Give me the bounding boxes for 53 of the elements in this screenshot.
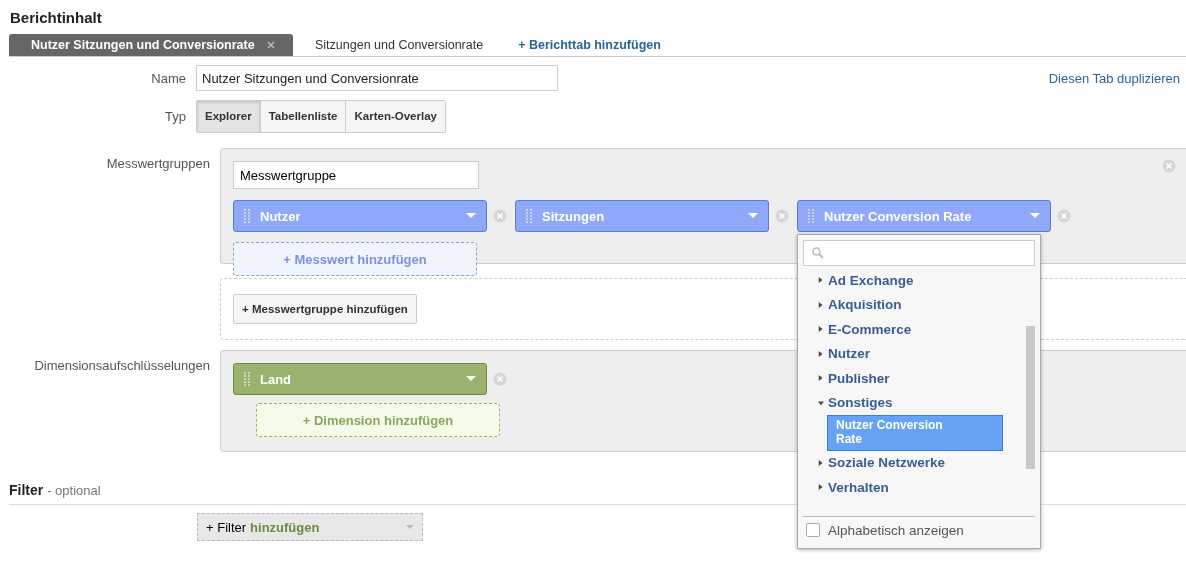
- caret-icon: [466, 376, 476, 382]
- add-filter-button[interactable]: + Filter hinzufügen: [197, 513, 423, 541]
- section-heading: Filter: [9, 482, 44, 498]
- tree-item[interactable]: Ad Exchange: [818, 268, 914, 293]
- caret-icon: [406, 524, 414, 530]
- tree-item[interactable]: Soziale Netzwerke: [818, 450, 946, 476]
- drag-handle-icon[interactable]: [808, 209, 814, 223]
- tree-item[interactable]: Publisher: [818, 366, 890, 391]
- remove-icon[interactable]: [775, 209, 789, 223]
- tree-item[interactable]: Sonstiges: [818, 390, 893, 415]
- remove-icon[interactable]: [493, 372, 507, 386]
- checkbox[interactable]: [806, 523, 820, 537]
- add-group-button[interactable]: + Messwertgruppe hinzufügen: [233, 294, 417, 324]
- field-label: Name: [150, 70, 187, 86]
- optional-note: - optional: [47, 483, 101, 498]
- duplicate-tab-link[interactable]: Diesen Tab duplizieren: [1048, 70, 1186, 86]
- tree-item[interactable]: Verhalten: [818, 475, 889, 500]
- caret-icon: [1030, 213, 1040, 219]
- field-label: Dimensionsaufschlüsselungen: [33, 357, 211, 373]
- tree-item[interactable]: Nutzer: [818, 341, 870, 366]
- group-name-field[interactable]: Messwertgruppe: [233, 161, 479, 189]
- expand-icon: [818, 325, 824, 334]
- expand-icon: [818, 458, 824, 467]
- type-option[interactable]: Karten-Overlay: [345, 100, 445, 132]
- expand-icon: [818, 374, 824, 383]
- name-field[interactable]: Nutzer Sitzungen und Conversionrate: [196, 65, 558, 91]
- drag-handle-icon[interactable]: [244, 209, 250, 223]
- remove-icon[interactable]: [1057, 209, 1071, 223]
- drag-handle-icon[interactable]: [244, 372, 250, 386]
- expand-icon: [818, 300, 824, 309]
- type-option[interactable]: Explorer: [197, 100, 260, 132]
- type-option[interactable]: Tabellenliste: [259, 100, 346, 132]
- expand-icon: [818, 349, 824, 358]
- field-label: Typ: [164, 108, 187, 124]
- scrollbar[interactable]: [1026, 326, 1035, 469]
- tree-item[interactable]: Akquisition: [818, 292, 902, 317]
- remove-icon[interactable]: [493, 209, 507, 223]
- close-icon[interactable]: [266, 41, 275, 49]
- search-field[interactable]: [803, 240, 1035, 266]
- add-tab-link[interactable]: + Berichttab hinzufügen: [513, 38, 661, 52]
- report-tab[interactable]: Nutzer Sitzungen und Conversionrate: [9, 34, 293, 56]
- remove-icon[interactable]: [1162, 159, 1176, 173]
- caret-icon: [466, 213, 476, 219]
- report-tab[interactable]: Sitzungen und Conversionrate: [293, 34, 514, 56]
- field-label: Messwertgruppen: [105, 155, 211, 171]
- section-heading: Berichtinhalt: [9, 8, 103, 28]
- expand-icon: [818, 276, 824, 285]
- search-icon: [812, 247, 824, 259]
- drag-handle-icon[interactable]: [526, 209, 532, 223]
- expand-icon: [818, 483, 824, 492]
- caret-icon: [748, 213, 758, 219]
- checkbox-label: Alphabetisch anzeigen: [828, 522, 964, 538]
- tree-item[interactable]: E-Commerce: [818, 317, 912, 342]
